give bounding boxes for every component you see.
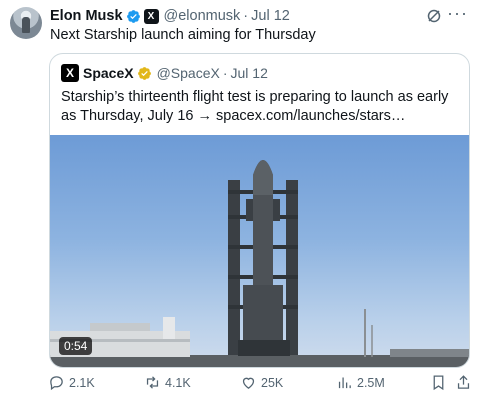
quoted-post[interactable]: X SpaceX @SpaceX · Jul 12 Starship’s thi… (49, 53, 470, 368)
reply-button[interactable]: 2.1K (48, 374, 95, 391)
post-date[interactable]: Jul 12 (251, 8, 290, 24)
bookmark-icon (433, 375, 444, 391)
grok-icon[interactable] (426, 8, 442, 24)
quoted-author-handle: @SpaceX (156, 65, 220, 81)
views-count: 2.5M (357, 375, 385, 390)
quoted-separator: · (222, 65, 228, 81)
repost-count: 4.1K (165, 375, 191, 390)
reply-count: 2.1K (69, 375, 95, 390)
spacex-logo-icon: X (61, 64, 79, 82)
gold-verified-badge-icon (137, 66, 151, 80)
more-horizontal-icon[interactable]: ··· (447, 3, 468, 24)
quoted-author-name: SpaceX (83, 65, 134, 81)
share-icon (457, 375, 470, 389)
reply-icon (50, 376, 63, 391)
post-header: Elon Musk X @elonmusk · Jul 12 (50, 6, 470, 26)
video-player[interactable]: 0:54 (50, 135, 469, 367)
author-handle[interactable]: @elonmusk (164, 8, 241, 24)
author-name[interactable]: Elon Musk (50, 8, 123, 24)
x-affiliate-icon: X (143, 8, 159, 24)
starship-launch-image (50, 160, 469, 367)
heart-icon (242, 377, 255, 389)
post-text: Next Starship launch aiming for Thursday (50, 27, 316, 43)
video-duration: 0:54 (59, 337, 93, 355)
verified-badge-icon (126, 9, 140, 23)
bookmark-button[interactable] (430, 374, 451, 391)
repost-icon (146, 376, 159, 389)
views-chart-icon (338, 377, 351, 389)
like-count: 25K (261, 375, 284, 390)
action-bar: 2.1K 4.1K 25K 2.5M (48, 374, 472, 396)
views-button[interactable]: 2.5M (336, 374, 385, 391)
header-separator: · (243, 8, 249, 24)
quoted-date: Jul 12 (230, 65, 268, 81)
repost-button[interactable]: 4.1K (144, 374, 191, 391)
share-button[interactable] (455, 374, 476, 391)
quoted-text: Starship’s thirteenth flight test is pre… (61, 89, 449, 124)
quoted-header: X SpaceX @SpaceX · Jul 12 (61, 64, 268, 82)
author-avatar[interactable] (10, 7, 42, 39)
like-button[interactable]: 25K (240, 374, 283, 391)
